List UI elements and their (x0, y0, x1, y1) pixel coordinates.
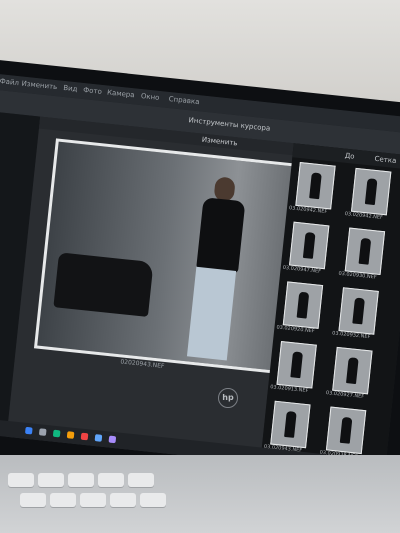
hp-logo-icon: hp (218, 388, 238, 408)
keyboard-key (68, 473, 94, 487)
search-icon[interactable] (38, 428, 47, 436)
person-jeans (186, 266, 237, 361)
thumbnail[interactable] (289, 221, 330, 270)
keyboard-key (98, 473, 124, 487)
menu-item[interactable]: Изменить (21, 80, 58, 92)
laptop-screen: Файл Изменить Вид Фото Камера Окно Справ… (0, 73, 400, 477)
thumbnail[interactable] (276, 341, 317, 389)
app-icon[interactable] (52, 429, 61, 438)
app-icon[interactable] (66, 431, 75, 439)
thumbnail[interactable] (332, 346, 373, 395)
app-icon[interactable] (94, 434, 103, 442)
menu-item[interactable]: Справка (168, 95, 200, 106)
menu-item[interactable]: Файл (0, 77, 19, 87)
person-jacket (196, 197, 246, 274)
tab-grid[interactable]: Сетка (374, 155, 397, 165)
keyboard-deck (0, 455, 400, 533)
thumbnail[interactable] (344, 227, 386, 276)
edit-label[interactable]: Изменить (201, 136, 238, 148)
thumbnail[interactable] (270, 400, 311, 449)
keyboard-key (110, 493, 136, 507)
keyboard-key (50, 493, 76, 507)
thumbnail[interactable] (338, 287, 379, 335)
tab-before[interactable]: До (344, 152, 355, 161)
menu-item[interactable]: Окно (140, 92, 159, 102)
keyboard-key (128, 473, 154, 487)
keyboard-key (140, 493, 166, 507)
menu-item[interactable]: Камера (107, 88, 135, 99)
menu-item[interactable]: Фото (83, 86, 102, 96)
image-canvas[interactable]: Изменить 02020943.NEF (6, 116, 321, 464)
cursor-tools-label[interactable]: Инструменты курсора (188, 116, 270, 133)
thumbnail[interactable] (295, 162, 336, 210)
thumbnail[interactable] (350, 167, 392, 216)
menu-item[interactable]: Вид (63, 84, 78, 93)
thumbnail[interactable] (282, 281, 324, 329)
keyboard-key (20, 493, 46, 507)
sofa (53, 252, 154, 317)
laptop: Файл Изменить Вид Фото Камера Окно Справ… (0, 58, 400, 524)
keyboard-key (80, 493, 106, 507)
keyboard-key (38, 473, 64, 487)
app-icon[interactable] (108, 435, 117, 444)
thumbnail[interactable] (325, 406, 367, 455)
app-icon[interactable] (80, 432, 89, 441)
keyboard-key (8, 473, 34, 487)
start-icon[interactable] (24, 426, 33, 435)
